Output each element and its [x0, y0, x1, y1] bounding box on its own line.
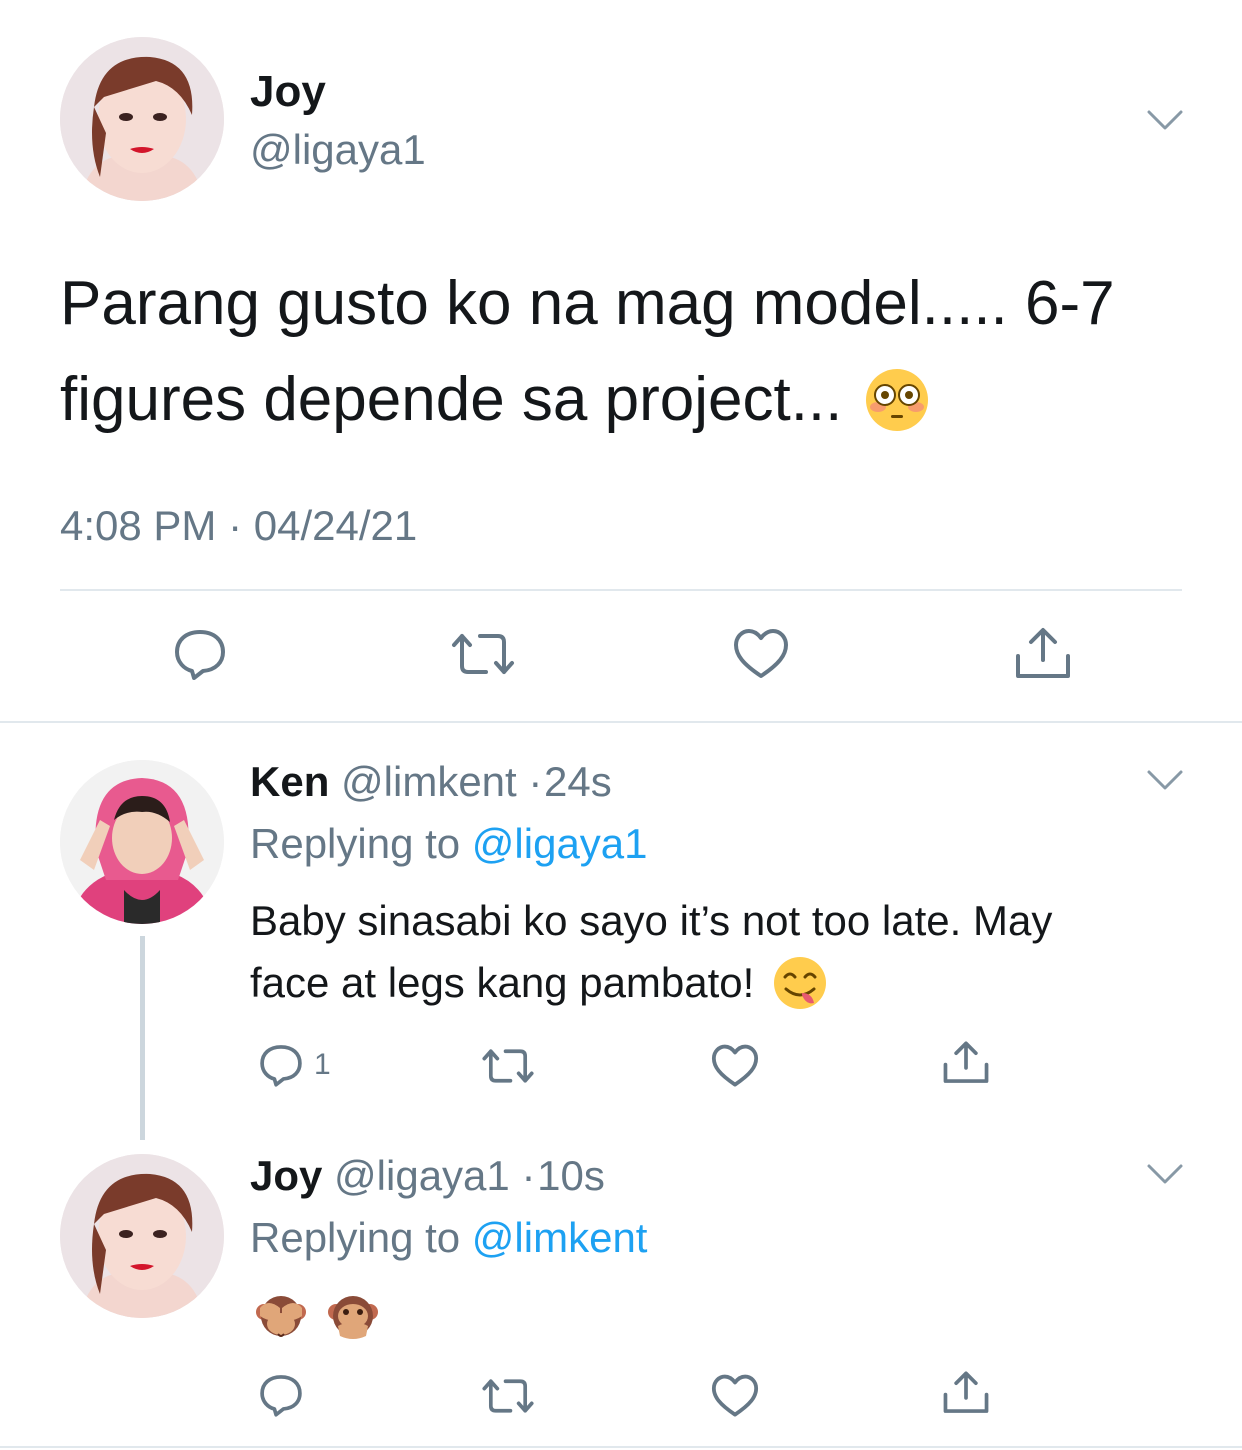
- avatar-joy-image: [60, 37, 224, 201]
- joy-reply-retweet-button[interactable]: [481, 1374, 535, 1418]
- ken-author-handle[interactable]: @limkent: [341, 758, 517, 805]
- ken-tweet-text: Baby sinasabi ko sayo it’s not too late.…: [250, 890, 1210, 1014]
- ken-replying-to-link[interactable]: @ligaya1: [472, 820, 648, 867]
- joy-reply-emojis: [254, 1290, 380, 1344]
- avatar-joy-reply[interactable]: [60, 1154, 224, 1318]
- share-icon: [943, 1371, 989, 1413]
- ken-more-chevron-icon[interactable]: [1145, 766, 1185, 796]
- main-tweet-text: Parang gusto ko na mag model..... 6-7 fi…: [60, 256, 1200, 448]
- joy-reply-like-button[interactable]: [711, 1374, 759, 1418]
- main-reply-button[interactable]: [172, 626, 228, 682]
- flushed-face-emoji-icon: [864, 367, 930, 433]
- ken-reply-count: 1: [314, 1048, 331, 1081]
- face-savoring-food-emoji-icon: [772, 955, 828, 1011]
- avatar-joy[interactable]: [60, 37, 224, 201]
- ken-retweet-button[interactable]: [481, 1044, 535, 1088]
- main-like-button[interactable]: [733, 628, 789, 680]
- speak-no-evil-monkey-emoji-icon: [326, 1290, 380, 1344]
- joy-reply-header: Joy @ligaya1 · 10s: [250, 1150, 605, 1202]
- section-divider: [0, 721, 1242, 723]
- joy-reply-share-button[interactable]: [942, 1370, 990, 1416]
- main-tweet-divider: [60, 589, 1182, 591]
- retweet-icon: [452, 634, 514, 674]
- joy-reply-replying-to: Replying to @limkent: [250, 1212, 647, 1264]
- reply-icon: [175, 630, 225, 680]
- main-share-button[interactable]: [1014, 626, 1072, 682]
- reply-icon: [260, 1375, 302, 1417]
- retweet-icon: [482, 1379, 534, 1413]
- avatar-ken-image: [60, 760, 224, 924]
- share-icon: [943, 1041, 989, 1083]
- ken-share-button[interactable]: [942, 1040, 990, 1086]
- joy-reply-separator: ·: [521, 1152, 536, 1199]
- reply-icon: [260, 1045, 302, 1087]
- main-author-name[interactable]: Joy: [250, 66, 326, 118]
- heart-icon: [711, 1044, 759, 1087]
- share-icon: [1016, 628, 1070, 678]
- main-tweet-text-line2: figures depende sa project...: [60, 365, 843, 434]
- joy-reply-age[interactable]: 10s: [537, 1152, 605, 1199]
- joy-reply-author-handle[interactable]: @ligaya1: [334, 1152, 510, 1199]
- joy-reply-more-chevron-icon[interactable]: [1145, 1160, 1185, 1190]
- joy-reply-reply-button[interactable]: [258, 1372, 304, 1418]
- ken-separator: ·: [528, 758, 543, 805]
- ken-author-name[interactable]: Ken: [250, 758, 329, 805]
- see-no-evil-monkey-emoji-icon: [254, 1290, 308, 1344]
- ken-tweet-text-line2: face at legs kang pambato!: [250, 959, 755, 1006]
- heart-icon: [711, 1374, 759, 1417]
- ken-age[interactable]: 24s: [544, 758, 612, 805]
- thread-connector-line: [140, 936, 145, 1140]
- ken-like-button[interactable]: [711, 1044, 759, 1088]
- main-author-handle[interactable]: @ligaya1: [250, 124, 426, 176]
- joy-reply-author-name[interactable]: Joy: [250, 1152, 322, 1199]
- ken-replying-prefix: Replying to: [250, 820, 461, 867]
- avatar-ken[interactable]: [60, 760, 224, 924]
- main-tweet-timestamp[interactable]: 4:08 PM · 04/24/21: [60, 500, 417, 552]
- joy-reply-replying-to-link[interactable]: @limkent: [472, 1214, 648, 1261]
- bottom-divider: [0, 1446, 1242, 1448]
- retweet-icon: [482, 1049, 534, 1083]
- main-more-chevron-icon[interactable]: [1145, 106, 1185, 136]
- ken-tweet-text-line1: Baby sinasabi ko sayo it’s not too late.…: [250, 897, 1053, 944]
- ken-reply-button[interactable]: 1: [258, 1042, 331, 1088]
- ken-header: Ken @limkent · 24s: [250, 756, 612, 808]
- main-retweet-button[interactable]: [450, 628, 516, 680]
- avatar-joy-reply-image: [60, 1154, 224, 1318]
- main-tweet-text-line1: Parang gusto ko na mag model..... 6-7: [60, 269, 1115, 338]
- heart-icon: [734, 629, 788, 678]
- ken-replying-to: Replying to @ligaya1: [250, 818, 648, 870]
- joy-reply-replying-prefix: Replying to: [250, 1214, 461, 1261]
